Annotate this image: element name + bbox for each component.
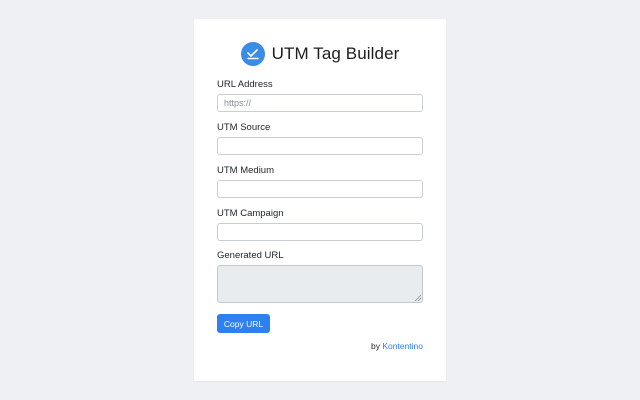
app-title: UTM Tag Builder (271, 44, 400, 63)
utm-source-label: UTM Source (217, 122, 271, 133)
resize-grip-icon[interactable] (414, 294, 421, 301)
utm-campaign-label: UTM Campaign (217, 208, 284, 219)
generated-url-output[interactable] (217, 265, 423, 303)
url-address-label: URL Address (217, 79, 273, 90)
copy-url-button[interactable]: Copy URL (217, 314, 270, 333)
footer-credit: by Kontentino (371, 341, 423, 351)
header: UTM Tag Builder (194, 41, 446, 67)
chart-check-icon (240, 42, 265, 66)
url-address-input[interactable] (217, 94, 423, 112)
footer-prefix: by (370, 341, 380, 351)
utm-medium-input[interactable] (217, 180, 423, 198)
generated-url-label: Generated URL (217, 250, 284, 261)
utm-medium-label: UTM Medium (217, 165, 275, 176)
utm-builder-card: UTM Tag Builder URL Address UTM Source U… (194, 19, 446, 381)
utm-campaign-input[interactable] (217, 223, 423, 241)
utm-source-input[interactable] (217, 137, 423, 155)
kontentino-link[interactable]: Kontentino (382, 341, 423, 351)
